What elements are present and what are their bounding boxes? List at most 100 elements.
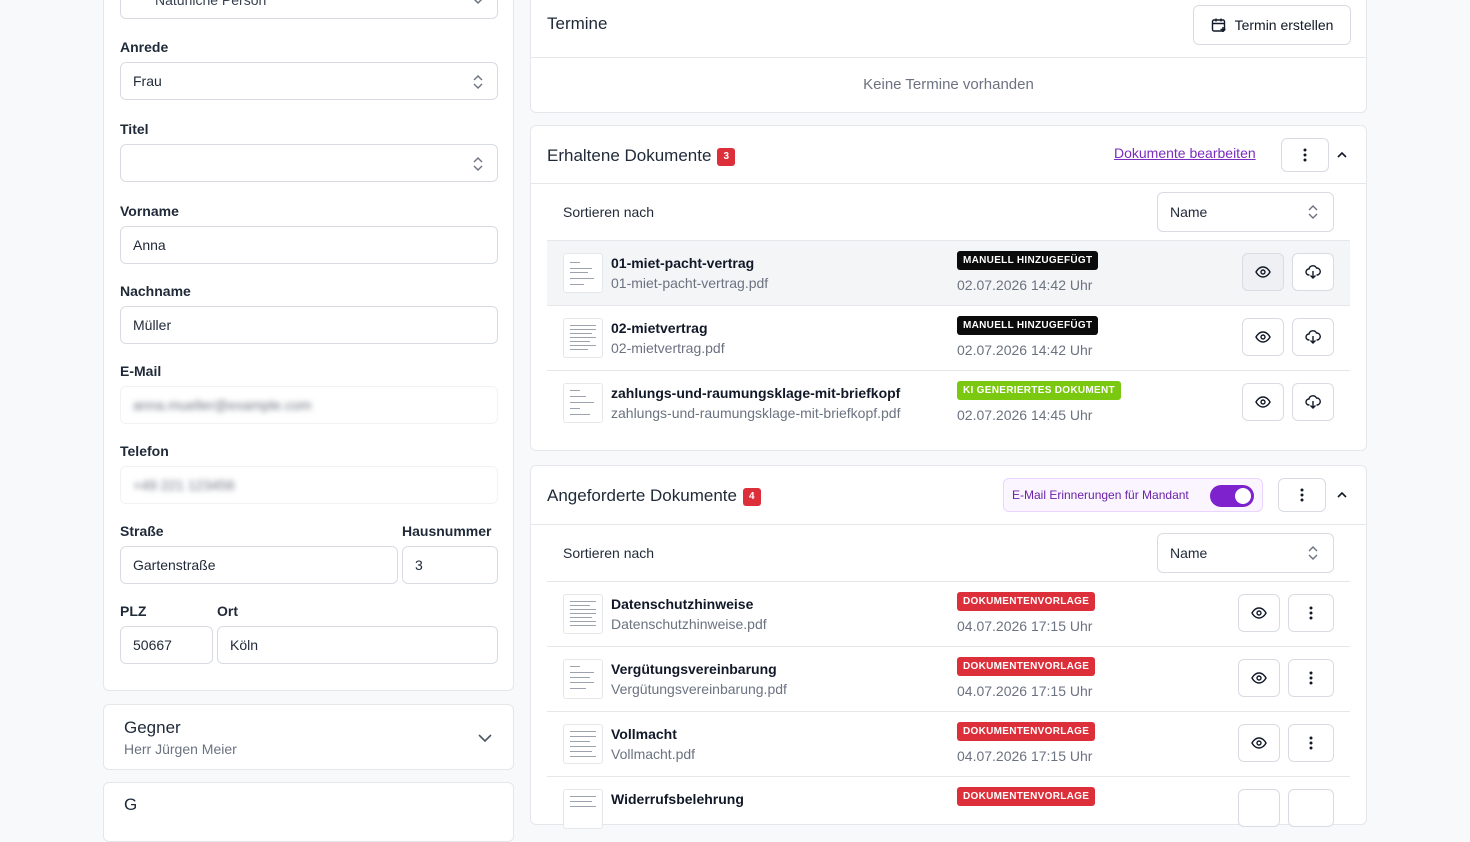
nachname-input[interactable]: Müller xyxy=(120,306,498,344)
document-filename: Datenschutzhinweise.pdf xyxy=(611,616,767,632)
document-thumbnail xyxy=(563,318,603,358)
email-reminder-toggle[interactable]: E-Mail Erinnerungen für Mandant xyxy=(1003,478,1263,512)
cloud-download-icon xyxy=(1305,265,1321,279)
document-date: 02.07.2026 14:45 Uhr xyxy=(957,407,1093,423)
preview-button[interactable] xyxy=(1238,659,1280,697)
template-badge: DOKUMENTENVORLAGE xyxy=(957,787,1096,806)
toggle-knob xyxy=(1235,488,1251,504)
gegner-subtitle: Herr Jürgen Meier xyxy=(124,741,237,757)
divider xyxy=(531,524,1366,525)
more-options-button[interactable] xyxy=(1288,724,1334,762)
document-date: 02.07.2026 14:42 Uhr xyxy=(957,277,1093,293)
eye-icon xyxy=(1251,737,1267,749)
document-name: Widerrufsbelehrung xyxy=(611,791,744,807)
strasse-input[interactable]: Gartenstraße xyxy=(120,546,398,584)
document-row[interactable]: zahlungs-und-raumungsklage-mit-briefkopf… xyxy=(547,370,1350,435)
more-options-button[interactable] xyxy=(1281,138,1329,172)
document-thumbnail xyxy=(563,253,603,293)
kebab-menu-icon xyxy=(1309,606,1313,620)
download-button[interactable] xyxy=(1292,383,1334,421)
more-options-button[interactable] xyxy=(1278,478,1326,512)
document-filename: 02-mietvertrag.pdf xyxy=(611,340,725,356)
eye-icon xyxy=(1255,266,1271,278)
sort-select[interactable]: Name xyxy=(1157,533,1334,573)
calendar-plus-icon xyxy=(1211,18,1226,32)
nachname-label: Nachname xyxy=(120,283,191,299)
sort-select[interactable]: Name xyxy=(1157,192,1334,232)
template-badge: DOKUMENTENVORLAGE xyxy=(957,657,1096,676)
count-badge: 4 xyxy=(742,488,761,506)
chevron-up-icon[interactable] xyxy=(1336,489,1348,501)
collapsed-card[interactable]: G xyxy=(103,782,514,842)
document-filename: Vergütungsvereinbarung.pdf xyxy=(611,681,787,697)
vorname-input[interactable]: Anna xyxy=(120,226,498,264)
preview-button[interactable] xyxy=(1242,253,1284,291)
document-date: 04.07.2026 17:15 Uhr xyxy=(957,683,1093,699)
preview-button[interactable] xyxy=(1238,594,1280,632)
document-row[interactable]: Vergütungsvereinbarung Vergütungsvereinb… xyxy=(547,646,1350,711)
person-type-select[interactable]: Natürliche Person xyxy=(120,0,498,19)
chevron-updown-icon xyxy=(1308,546,1318,560)
anrede-label: Anrede xyxy=(120,39,169,55)
eye-icon xyxy=(1255,396,1271,408)
chevron-updown-icon xyxy=(1308,205,1318,219)
ort-input[interactable]: Köln xyxy=(217,626,498,664)
plz-label: PLZ xyxy=(120,603,147,619)
titel-select[interactable] xyxy=(120,144,498,182)
document-row[interactable]: 02-mietvertrag 02-mietvertrag.pdf MANUEL… xyxy=(547,305,1350,370)
document-row[interactable]: Datenschutzhinweise Datenschutzhinweise.… xyxy=(547,581,1350,646)
document-filename: zahlungs-und-raumungsklage-mit-briefkopf… xyxy=(611,405,901,421)
preview-button[interactable] xyxy=(1238,724,1280,762)
termine-empty-text: Keine Termine vorhanden xyxy=(863,76,1034,93)
cloud-download-icon xyxy=(1305,330,1321,344)
more-options-button[interactable] xyxy=(1288,789,1334,827)
hausnummer-label: Hausnummer xyxy=(402,523,492,539)
document-filename: Vollmacht.pdf xyxy=(611,746,696,762)
preview-button[interactable] xyxy=(1242,383,1284,421)
eye-icon xyxy=(1255,331,1271,343)
termin-erstellen-button[interactable]: Termin erstellen xyxy=(1193,5,1351,45)
plz-input[interactable]: 50667 xyxy=(120,626,213,664)
document-thumbnail xyxy=(563,594,603,634)
dokumente-bearbeiten-link[interactable]: Dokumente bearbeiten xyxy=(1114,145,1256,161)
kebab-menu-icon xyxy=(1303,148,1307,162)
document-row[interactable]: Widerrufsbelehrung DOKUMENTENVORLAGE xyxy=(547,776,1350,841)
chevron-down-icon xyxy=(473,0,483,5)
document-name: Vergütungsvereinbarung xyxy=(611,661,777,677)
termine-title: Termine xyxy=(547,14,608,33)
termine-panel: Termine Termin erstellen Keine Termine v… xyxy=(530,0,1367,113)
strasse-label: Straße xyxy=(120,523,164,539)
document-name: Datenschutzhinweise xyxy=(611,596,754,612)
more-options-button[interactable] xyxy=(1288,659,1334,697)
ort-label: Ort xyxy=(217,603,238,619)
download-button[interactable] xyxy=(1292,318,1334,356)
document-filename: 01-miet-pacht-vertrag.pdf xyxy=(611,275,769,291)
source-badge: MANUELL HINZUGEFÜGT xyxy=(957,316,1099,335)
preview-button[interactable] xyxy=(1238,789,1280,827)
chevron-down-icon[interactable] xyxy=(477,730,493,746)
sort-label: Sortieren nach xyxy=(563,204,655,220)
document-name: Vollmacht xyxy=(611,726,677,742)
anrede-select[interactable]: Frau xyxy=(120,62,498,100)
gegner-card[interactable]: Gegner Herr Jürgen Meier xyxy=(103,704,514,770)
document-date: 04.07.2026 17:15 Uhr xyxy=(957,748,1093,764)
more-options-button[interactable] xyxy=(1288,594,1334,632)
download-button[interactable] xyxy=(1292,253,1334,291)
source-badge: KI GENERIERTES DOKUMENT xyxy=(957,381,1121,400)
document-date: 02.07.2026 14:42 Uhr xyxy=(957,342,1093,358)
kebab-menu-icon xyxy=(1300,488,1304,502)
chevron-updown-icon xyxy=(473,157,483,171)
client-form-card: Natürliche Person Anrede Frau Titel Vorn… xyxy=(103,0,514,691)
template-badge: DOKUMENTENVORLAGE xyxy=(957,592,1096,611)
titel-label: Titel xyxy=(120,121,149,137)
email-input[interactable]: anna.mueller@example.com xyxy=(120,386,498,424)
hausnummer-input[interactable]: 3 xyxy=(402,546,498,584)
document-row[interactable]: Vollmacht Vollmacht.pdf DOKUMENTENVORLAG… xyxy=(547,711,1350,776)
document-date: 04.07.2026 17:15 Uhr xyxy=(957,618,1093,634)
toggle-switch[interactable] xyxy=(1210,485,1254,507)
document-thumbnail xyxy=(563,659,603,699)
preview-button[interactable] xyxy=(1242,318,1284,356)
telefon-input[interactable]: +49 221 123456 xyxy=(120,466,498,504)
document-row[interactable]: 01-miet-pacht-vertrag 01-miet-pacht-vert… xyxy=(547,240,1350,305)
chevron-up-icon[interactable] xyxy=(1336,149,1348,161)
